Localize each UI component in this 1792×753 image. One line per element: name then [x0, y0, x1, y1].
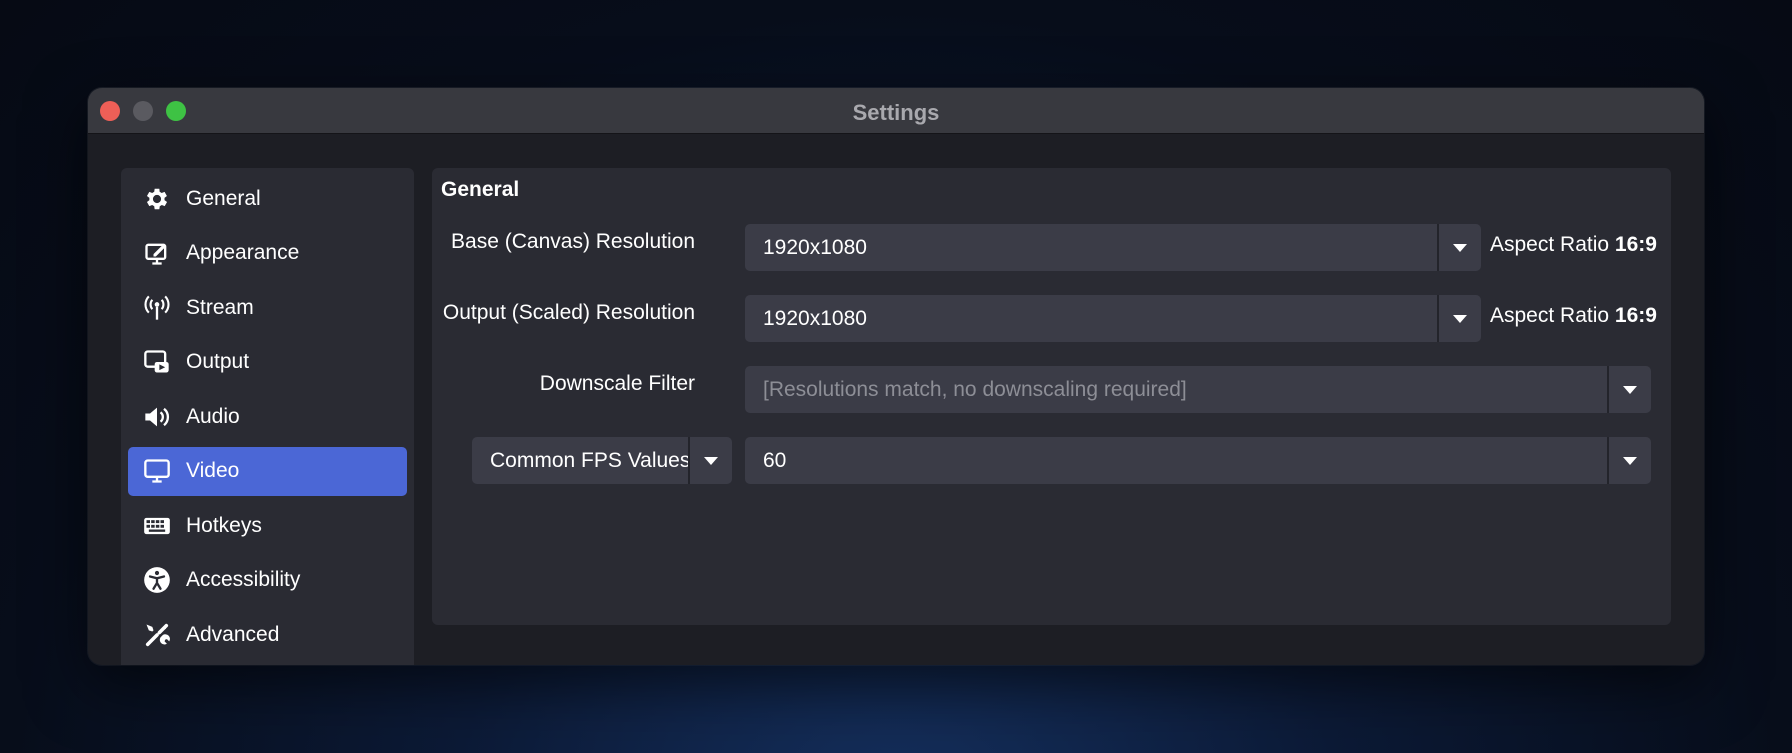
output-resolution-value: 1920x1080	[763, 306, 867, 330]
sidebar-item-audio[interactable]: Audio	[128, 392, 407, 441]
base-resolution-combo[interactable]: 1920x1080	[745, 224, 1481, 271]
sidebar-item-general[interactable]: General	[128, 174, 407, 223]
antenna-icon	[142, 293, 172, 323]
video-settings-panel: General Base (Canvas) Resolution 1920x10…	[432, 168, 1671, 625]
downscale-filter-dropdown-button[interactable]	[1607, 366, 1651, 413]
aspect-ratio-label: Aspect Ratio	[1490, 233, 1610, 256]
downscale-filter-combo[interactable]: [Resolutions match, no downscaling requi…	[745, 366, 1651, 413]
fps-value-combo[interactable]: 60	[745, 437, 1651, 484]
fps-value: 60	[763, 448, 787, 472]
sidebar-item-video[interactable]: Video	[128, 446, 407, 496]
fps-type-combo[interactable]: Common FPS Values	[472, 437, 732, 484]
sidebar-item-label: Output	[186, 350, 250, 373]
aspect-ratio-value: 16:9	[1614, 304, 1657, 327]
output-icon	[142, 347, 172, 377]
section-title: General	[441, 178, 520, 201]
sidebar-item-accessibility[interactable]: Accessibility	[128, 556, 407, 605]
output-resolution-combo[interactable]: 1920x1080	[745, 295, 1481, 342]
sidebar-item-stream[interactable]: Stream	[128, 283, 407, 332]
sidebar-item-label: Video	[186, 459, 240, 482]
aspect-ratio-value: 16:9	[1614, 233, 1657, 256]
sidebar-item-hotkeys[interactable]: Hotkeys	[128, 501, 407, 550]
speaker-icon	[142, 402, 172, 432]
sidebar-item-label: Hotkeys	[186, 513, 262, 537]
chevron-down-icon	[1623, 385, 1637, 394]
sidebar-item-label: Advanced	[186, 622, 280, 646]
sidebar-item-appearance[interactable]: Appearance	[128, 229, 407, 278]
title-bar[interactable]: Settings	[88, 88, 1704, 134]
sidebar-item-advanced[interactable]: Advanced	[128, 610, 407, 659]
downscale-filter-placeholder: [Resolutions match, no downscaling requi…	[763, 377, 1187, 401]
sidebar-item-label: General	[186, 186, 261, 210]
monitor-icon	[142, 456, 172, 486]
sidebar-item-label: Stream	[186, 295, 254, 319]
window-title: Settings	[852, 100, 940, 125]
sidebar-item-label: Accessibility	[186, 568, 301, 591]
fps-value-dropdown-button[interactable]	[1607, 437, 1651, 484]
chevron-down-icon	[1453, 243, 1467, 252]
base-resolution-dropdown-button[interactable]	[1437, 224, 1481, 271]
chevron-down-icon	[704, 456, 718, 465]
fps-type-dropdown-button[interactable]	[688, 437, 732, 484]
settings-sidebar: General Appearance Stream Output Audio V…	[121, 168, 414, 665]
base-aspect-ratio: Aspect Ratio 16:9	[1490, 233, 1657, 257]
keyboard-icon	[142, 511, 172, 541]
chevron-down-icon	[1453, 314, 1467, 323]
settings-window: Settings General Appearance Stream Outpu…	[88, 88, 1704, 665]
aspect-ratio-label: Aspect Ratio	[1490, 304, 1610, 327]
tools-icon	[142, 620, 172, 650]
fps-type-value: Common FPS Values	[490, 448, 688, 472]
chevron-down-icon	[1623, 456, 1637, 465]
accessibility-icon	[142, 565, 172, 595]
base-resolution-label: Base (Canvas) Resolution	[451, 230, 695, 253]
downscale-filter-label: Downscale Filter	[539, 372, 695, 395]
output-aspect-ratio: Aspect Ratio 16:9	[1490, 304, 1657, 328]
sidebar-item-label: Audio	[186, 404, 240, 428]
sidebar-item-output[interactable]: Output	[128, 338, 407, 387]
output-resolution-label: Output (Scaled) Resolution	[442, 301, 695, 324]
gear-icon	[142, 184, 172, 214]
output-resolution-dropdown-button[interactable]	[1437, 295, 1481, 342]
sidebar-item-label: Appearance	[186, 241, 300, 264]
appearance-icon	[142, 238, 172, 268]
base-resolution-value: 1920x1080	[763, 235, 867, 259]
